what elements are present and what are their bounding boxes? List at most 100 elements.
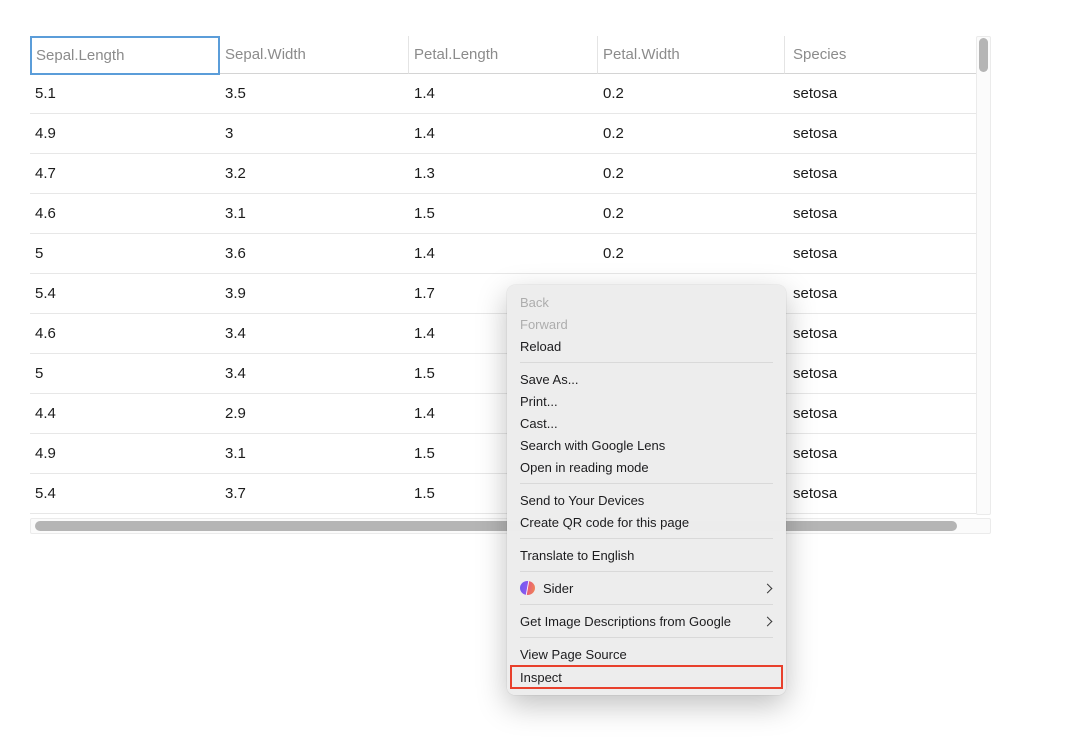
table-cell: 3: [220, 125, 409, 142]
chevron-right-icon: [763, 616, 773, 626]
context-menu: Back Forward Reload Save As... Print... Cast.…: [507, 285, 786, 695]
table-cell: 3.5: [220, 85, 409, 102]
menu-separator: [520, 538, 773, 539]
horizontal-scrollbar-thumb[interactable]: [35, 521, 957, 531]
column-header-sepal-width[interactable]: Sepal.Width: [220, 36, 409, 74]
table-row[interactable]: 53.41.5setosa: [30, 354, 976, 394]
menu-item-view-page-source[interactable]: View Page Source: [507, 643, 786, 665]
table-cell: 0.2: [598, 125, 785, 142]
menu-item-inspect[interactable]: Inspect: [510, 665, 783, 689]
vertical-scrollbar[interactable]: [976, 36, 991, 515]
table-cell: 3.4: [220, 365, 409, 382]
column-header-petal-length[interactable]: Petal.Length: [409, 36, 598, 74]
table-cell: 4.9: [30, 445, 220, 462]
menu-separator: [520, 637, 773, 638]
browser-page: Sepal.LengthSepal.WidthPetal.LengthPetal…: [0, 0, 1065, 737]
menu-item-label: Back: [520, 295, 549, 310]
table-row[interactable]: 53.61.40.2setosa: [30, 234, 976, 274]
sider-brain-icon: [520, 581, 535, 595]
table-cell: 1.5: [409, 205, 598, 222]
menu-item-label: Get Image Descriptions from Google: [520, 614, 731, 629]
table-cell: setosa: [785, 165, 976, 182]
table-header: Sepal.LengthSepal.WidthPetal.LengthPetal…: [30, 36, 976, 74]
menu-item-label: Reload: [520, 339, 561, 354]
menu-item-label: Save As...: [520, 372, 579, 387]
menu-item-label: Send to Your Devices: [520, 493, 644, 508]
column-header-petal-width[interactable]: Petal.Width: [598, 36, 785, 74]
table-cell: 5.4: [30, 285, 220, 302]
menu-item-back: Back: [507, 291, 786, 313]
table-cell: setosa: [785, 85, 976, 102]
menu-item-label: Search with Google Lens: [520, 438, 665, 453]
menu-item-label: Inspect: [520, 670, 562, 685]
table-cell: setosa: [785, 205, 976, 222]
table-cell: 3.7: [220, 485, 409, 502]
menu-item-sider[interactable]: Sider: [507, 577, 786, 599]
menu-item-search-with-google-lens[interactable]: Search with Google Lens: [507, 434, 786, 456]
menu-item-label: Open in reading mode: [520, 460, 649, 475]
table-cell: 3.6: [220, 245, 409, 262]
table-cell: 3.9: [220, 285, 409, 302]
column-header-species[interactable]: Species: [785, 36, 976, 74]
table-cell: 5: [30, 365, 220, 382]
menu-separator: [520, 362, 773, 363]
menu-item-forward: Forward: [507, 313, 786, 335]
menu-item-translate-to-english[interactable]: Translate to English: [507, 544, 786, 566]
table-row[interactable]: 4.63.41.4setosa: [30, 314, 976, 354]
menu-item-label: View Page Source: [520, 647, 627, 662]
table-cell: 3.4: [220, 325, 409, 342]
table-cell: setosa: [785, 485, 976, 502]
menu-separator: [520, 483, 773, 484]
table-row[interactable]: 4.73.21.30.2setosa: [30, 154, 976, 194]
table-cell: 1.4: [409, 125, 598, 142]
table-row[interactable]: 5.13.51.40.2setosa: [30, 74, 976, 114]
table-cell: 4.6: [30, 205, 220, 222]
menu-item-reload[interactable]: Reload: [507, 335, 786, 357]
table-cell: 1.3: [409, 165, 598, 182]
menu-item-label: Create QR code for this page: [520, 515, 689, 530]
table-cell: 4.9: [30, 125, 220, 142]
menu-separator: [520, 604, 773, 605]
table-cell: setosa: [785, 285, 976, 302]
vertical-scrollbar-thumb[interactable]: [979, 38, 988, 72]
table-row[interactable]: 4.63.11.50.2setosa: [30, 194, 976, 234]
menu-item-open-in-reading-mode[interactable]: Open in reading mode: [507, 456, 786, 478]
column-header-sepal-length[interactable]: Sepal.Length: [30, 36, 220, 75]
menu-separator: [520, 571, 773, 572]
menu-item-label: Translate to English: [520, 548, 634, 563]
table-row[interactable]: 4.42.91.4setosa: [30, 394, 976, 434]
table-cell: setosa: [785, 245, 976, 262]
table-row[interactable]: 4.931.40.2setosa: [30, 114, 976, 154]
table-cell: 0.2: [598, 205, 785, 222]
chevron-right-icon: [763, 583, 773, 593]
table-cell: 3.1: [220, 205, 409, 222]
table-row[interactable]: 4.93.11.5setosa: [30, 434, 976, 474]
menu-item-label: Cast...: [520, 416, 558, 431]
menu-item-create-qr-code-for-this-page[interactable]: Create QR code for this page: [507, 511, 786, 533]
table-cell: 5: [30, 245, 220, 262]
table-cell: setosa: [785, 365, 976, 382]
table-cell: 0.2: [598, 165, 785, 182]
table-cell: setosa: [785, 445, 976, 462]
menu-item-send-to-your-devices[interactable]: Send to Your Devices: [507, 489, 786, 511]
table-cell: 0.2: [598, 85, 785, 102]
table-cell: setosa: [785, 325, 976, 342]
data-table: Sepal.LengthSepal.WidthPetal.LengthPetal…: [30, 36, 976, 514]
table-cell: 3.1: [220, 445, 409, 462]
table-cell: 4.6: [30, 325, 220, 342]
table-row[interactable]: 5.43.71.5setosa: [30, 474, 976, 514]
menu-item-print[interactable]: Print...: [507, 390, 786, 412]
menu-item-get-image-descriptions-from-google[interactable]: Get Image Descriptions from Google: [507, 610, 786, 632]
menu-item-cast[interactable]: Cast...: [507, 412, 786, 434]
table-cell: 3.2: [220, 165, 409, 182]
menu-item-label: Print...: [520, 394, 558, 409]
menu-item-save-as[interactable]: Save As...: [507, 368, 786, 390]
table-cell: 4.7: [30, 165, 220, 182]
table-cell: 5.4: [30, 485, 220, 502]
table-row[interactable]: 5.43.91.7setosa: [30, 274, 976, 314]
menu-item-label: Forward: [520, 317, 568, 332]
table-cell: 2.9: [220, 405, 409, 422]
menu-item-label: Sider: [543, 581, 573, 596]
table-cell: 1.4: [409, 245, 598, 262]
table-cell: 1.4: [409, 85, 598, 102]
